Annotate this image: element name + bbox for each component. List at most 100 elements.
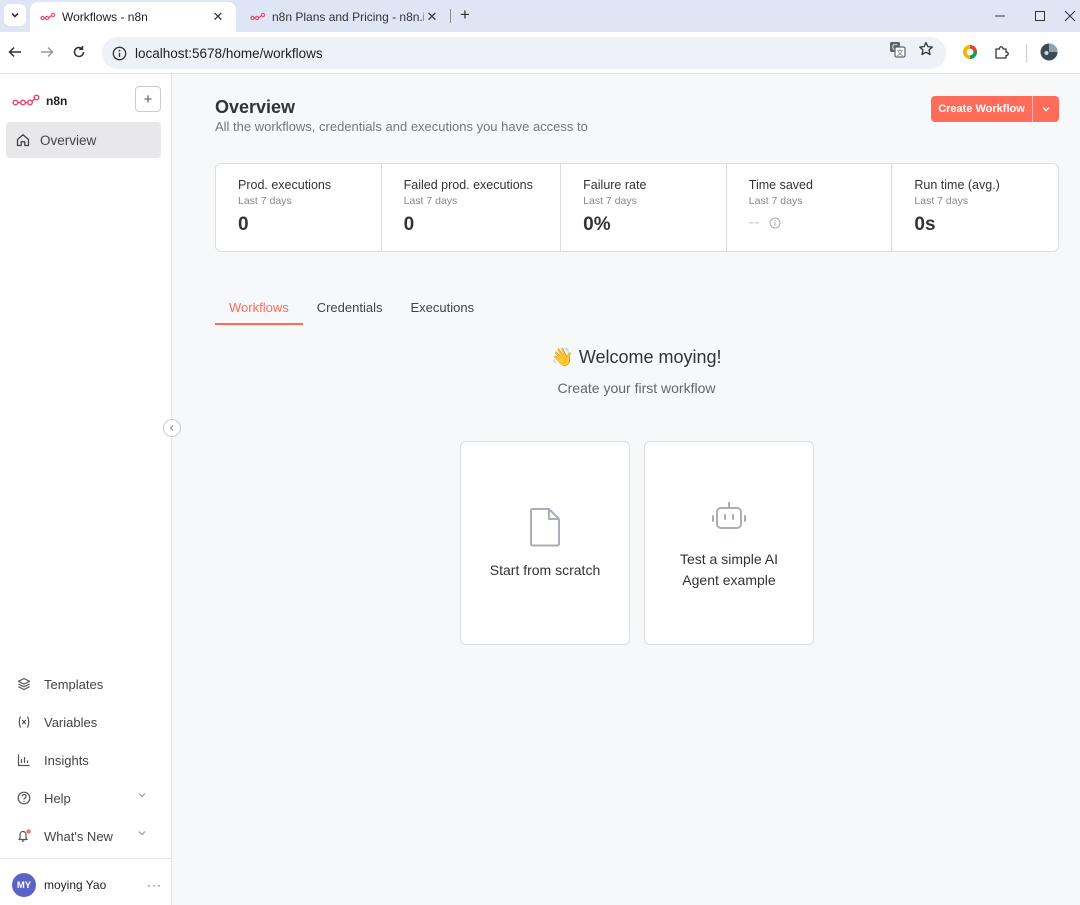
close-tab-icon[interactable]: ✕ (210, 9, 226, 25)
collapse-sidebar-button[interactable] (163, 419, 181, 437)
sidebar-item-label: What's New (44, 828, 113, 844)
help-icon (16, 790, 32, 806)
create-workflow-button[interactable]: Create Workflow (931, 96, 1032, 122)
stat-value: 0 (403, 214, 415, 235)
stat-period: Last 7 days (583, 195, 637, 207)
bell-icon (16, 828, 32, 844)
bookmark-button[interactable] (917, 40, 935, 58)
overview-tabs: Workflows Credentials Executions (215, 294, 488, 325)
profile-button[interactable] (1040, 43, 1058, 61)
site-info-icon[interactable] (112, 46, 127, 61)
avatar: MY (12, 873, 36, 897)
stat-label: Failure rate (583, 178, 647, 192)
sidebar-item-variables[interactable]: Variables (6, 706, 161, 738)
tab-search-button[interactable] (4, 4, 26, 26)
maximize-button[interactable] (1030, 6, 1050, 26)
puzzle-icon (995, 46, 1009, 59)
browser-tab-pricing[interactable]: n8n Plans and Pricing - n8n.i ✕ (240, 2, 450, 32)
home-icon (16, 134, 30, 147)
more-options-button[interactable]: ··· (147, 878, 162, 892)
sidebar-item-label: Variables (44, 714, 98, 730)
profile-avatar-icon (1040, 43, 1058, 61)
reload-button[interactable] (69, 42, 89, 62)
sidebar-item-overview[interactable]: Overview (6, 122, 161, 158)
sidebar-divider (0, 858, 171, 859)
browser-tab-workflows[interactable]: Workflows - n8n ✕ (30, 2, 236, 32)
toolbar-divider (1026, 44, 1027, 62)
sidebar-item-label: Overview (40, 132, 97, 148)
info-icon[interactable] (769, 217, 781, 229)
sidebar-item-help[interactable]: Help (6, 782, 161, 814)
n8n-favicon-icon (250, 12, 266, 21)
stat-label: Failed prod. executions (403, 178, 533, 192)
arrow-right-icon (41, 46, 54, 58)
url-text: localhost:5678/home/workflows (135, 45, 323, 61)
stat-label: Prod. executions (238, 178, 332, 192)
close-tab-icon[interactable]: ✕ (424, 9, 440, 25)
translate-icon: G文 (889, 41, 906, 58)
sidebar-item-label: Templates (44, 676, 104, 692)
start-from-scratch-card[interactable]: Start from scratch (460, 441, 630, 645)
stat-value: 0s (914, 214, 936, 235)
stat-period: Last 7 days (238, 195, 292, 207)
chevron-down-icon (138, 793, 146, 798)
sidebar-item-label: Help (44, 790, 71, 806)
reload-icon (73, 46, 85, 58)
extensions-menu-button[interactable] (993, 43, 1011, 61)
close-icon (1064, 10, 1076, 22)
browser-toolbar: localhost:5678/home/workflows G文 (0, 32, 1080, 74)
close-window-button[interactable] (1060, 6, 1080, 26)
stat-run-time[interactable]: Run time (avg.) Last 7 days 0s (892, 164, 1058, 251)
forward-button[interactable] (37, 42, 57, 62)
extension-button[interactable] (961, 43, 979, 61)
stat-value-row: -- (749, 214, 892, 232)
chevron-down-icon (11, 12, 19, 18)
insights-icon (16, 752, 32, 768)
stat-period: Last 7 days (403, 195, 458, 207)
sidebar-item-whats-new[interactable]: What's New (6, 820, 161, 852)
n8n-favicon-icon (40, 12, 56, 21)
add-button[interactable]: + (135, 86, 161, 112)
minimize-icon (995, 15, 1005, 17)
sidebar-item-insights[interactable]: Insights (6, 744, 161, 776)
create-workflow-dropdown[interactable] (1033, 96, 1059, 122)
tab-workflows[interactable]: Workflows (215, 294, 303, 325)
user-menu[interactable]: MY moying Yao ··· (12, 873, 162, 897)
logo-text: n8n (46, 94, 68, 108)
back-button[interactable] (5, 42, 25, 62)
stat-failed-executions[interactable]: Failed prod. executions Last 7 days 0 (382, 164, 562, 251)
ai-agent-example-card[interactable]: Test a simple AI Agent example (644, 441, 814, 645)
stat-value: 0 (238, 214, 249, 235)
color-extension-icon (963, 45, 977, 59)
tab-title: n8n Plans and Pricing - n8n.i (272, 10, 424, 24)
tab-credentials[interactable]: Credentials (303, 294, 397, 324)
stat-failure-rate[interactable]: Failure rate Last 7 days 0% (561, 164, 727, 251)
translate-button[interactable]: G文 (888, 40, 906, 58)
sidebar-item-label: Insights (44, 752, 89, 768)
chevron-down-icon (1042, 107, 1050, 112)
minimize-button[interactable] (990, 6, 1010, 26)
welcome-subtitle: Create your first workflow (557, 380, 716, 396)
tab-title: Workflows - n8n (62, 10, 148, 24)
card-label: Test a simple AI Agent example (679, 551, 779, 588)
robot-icon (645, 500, 813, 534)
stat-value: -- (748, 214, 760, 231)
address-bar[interactable]: localhost:5678/home/workflows (102, 37, 946, 69)
sidebar-item-templates[interactable]: Templates (6, 668, 161, 700)
maximize-icon (1035, 11, 1045, 21)
new-tab-button[interactable]: + (456, 6, 474, 24)
browser-tab-bar: Workflows - n8n ✕ n8n Plans and Pricing … (0, 0, 1080, 32)
tab-executions[interactable]: Executions (396, 294, 488, 324)
user-name: moying Yao (44, 878, 107, 892)
page-title: Overview (215, 97, 296, 117)
n8n-logo[interactable]: n8n (12, 94, 67, 108)
star-icon (919, 41, 933, 56)
templates-icon (16, 676, 32, 692)
insights-summary: Prod. executions Last 7 days 0 Failed pr… (215, 163, 1059, 252)
stat-period: Last 7 days (748, 195, 803, 207)
stat-time-saved[interactable]: Time saved Last 7 days -- (727, 164, 893, 251)
stat-prod-executions[interactable]: Prod. executions Last 7 days 0 (216, 164, 382, 251)
chevron-down-icon (138, 831, 146, 836)
arrow-left-icon (8, 46, 21, 58)
stat-value: 0% (583, 214, 611, 235)
